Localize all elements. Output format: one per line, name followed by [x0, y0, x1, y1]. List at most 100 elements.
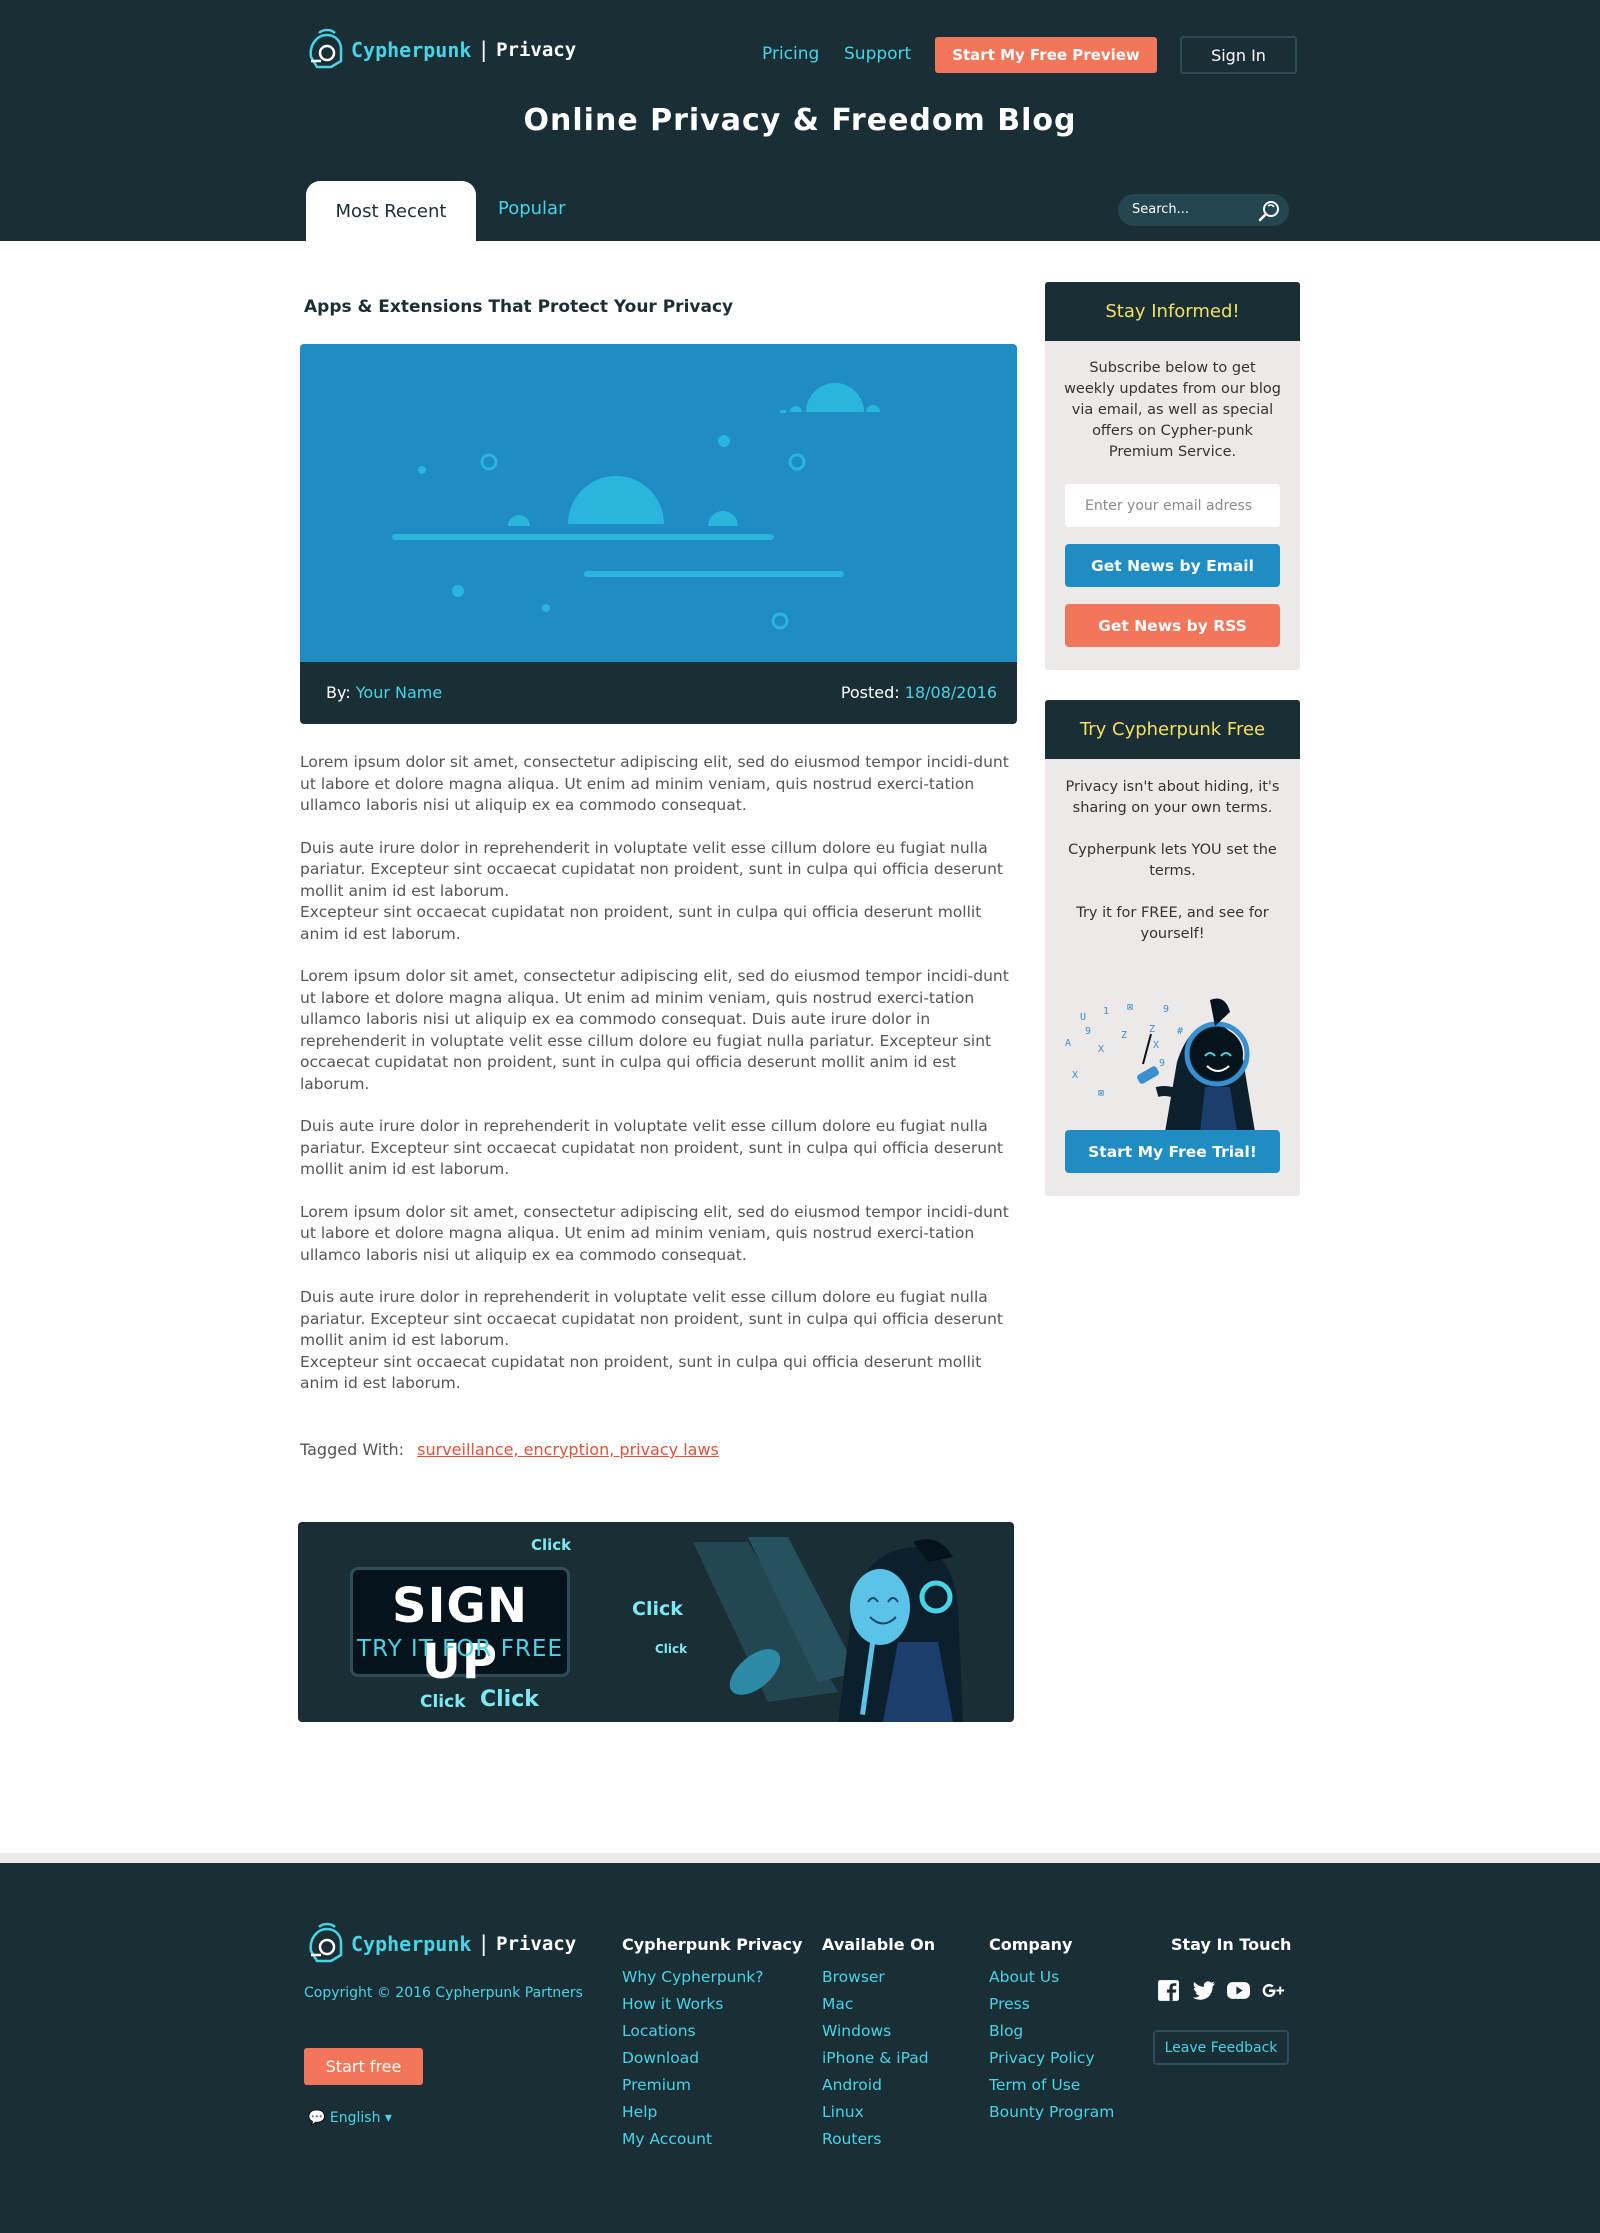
get-news-email-button[interactable]: Get News by Email [1065, 544, 1280, 587]
social-links [1156, 1978, 1286, 2003]
click-label: Click [480, 1687, 539, 1712]
twitter-icon[interactable] [1191, 1978, 1216, 2003]
footer-link[interactable]: Bounty Program [989, 2103, 1114, 2130]
article-paragraph: Lorem ipsum dolor sit amet, consectetur … [300, 967, 1009, 1093]
footer-link[interactable]: Premium [622, 2076, 802, 2103]
brand-name: Cypherpunk [351, 38, 472, 62]
footer-link[interactable]: Linux [822, 2103, 935, 2130]
helmet-logo-icon [309, 28, 343, 69]
google-plus-icon[interactable] [1261, 1978, 1286, 2003]
article-paragraph: Lorem ipsum dolor sit amet, consectetur … [300, 753, 1009, 814]
signup-box[interactable]: SIGN UP TRY IT FOR FREE [350, 1567, 570, 1690]
svg-text:⊠: ⊠ [1098, 1088, 1104, 1099]
article-paragraph: Lorem ipsum dolor sit amet, consectetur … [300, 1202, 1009, 1264]
footer-link[interactable]: Blog [989, 2022, 1114, 2049]
footer-link[interactable]: Privacy Policy [989, 2049, 1114, 2076]
article-paragraph: Duis aute irure dolor in reprehenderit i… [300, 1288, 1004, 1349]
footer-link[interactable]: Why Cypherpunk? [622, 1968, 802, 1995]
footer-link[interactable]: About Us [989, 1968, 1114, 1995]
nav-pricing-link[interactable]: Pricing [762, 44, 819, 64]
svg-text:U: U [1080, 1012, 1086, 1023]
brand-suffix: Privacy [496, 39, 577, 61]
tab-popular[interactable]: Popular [498, 198, 566, 219]
article-tags: Tagged With: surveillance, encryption, p… [300, 1440, 719, 1459]
footer-divider [0, 1853, 1600, 1863]
footer-link[interactable]: Term of Use [989, 2076, 1114, 2103]
youtube-icon[interactable] [1226, 1978, 1251, 2003]
try-free-widget: Try Cypherpunk Free Privacy isn't about … [1045, 700, 1300, 1196]
footer-link[interactable]: Browser [822, 1968, 935, 1995]
start-free-preview-button[interactable]: Start My Free Preview [935, 37, 1157, 73]
site-header: Cypherpunk | Privacy Pricing Support Sta… [0, 0, 1600, 241]
svg-text:X: X [1072, 1070, 1078, 1081]
footer-link[interactable]: Locations [622, 2022, 802, 2049]
svg-text:9: 9 [1163, 1004, 1169, 1015]
sign-in-button[interactable]: Sign In [1180, 36, 1297, 74]
footer-link[interactable]: Mac [822, 1995, 935, 2022]
brand-logo[interactable]: Cypherpunk | Privacy [305, 27, 576, 73]
footer-link[interactable]: How it Works [622, 1995, 802, 2022]
footer-brand-name: Cypherpunk [351, 1932, 472, 1956]
footer-link[interactable]: Press [989, 1995, 1114, 2022]
signup-subline: TRY IT FOR FREE [357, 1636, 563, 1662]
stay-informed-title: Stay Informed! [1045, 282, 1300, 341]
footer-link[interactable]: Android [822, 2076, 935, 2103]
chat-bubble-icon: 💬 [308, 2110, 326, 2126]
footer-link[interactable]: Windows [822, 2022, 935, 2049]
search-icon[interactable] [1257, 199, 1281, 223]
try-free-text-3: Try it for FREE, and see for yourself! [1076, 905, 1269, 942]
footer-link[interactable]: My Account [622, 2130, 802, 2157]
nav-support-link[interactable]: Support [844, 44, 911, 64]
footer-link[interactable]: iPhone & iPad [822, 2049, 935, 2076]
svg-text:⊠: ⊠ [1127, 1002, 1133, 1013]
language-selector[interactable]: 💬 English ▾ [308, 2110, 392, 2126]
svg-text:#: # [1177, 1026, 1183, 1037]
svg-text:A: A [1065, 1038, 1071, 1049]
try-free-text-1: Privacy isn't about hiding, it's sharing… [1065, 779, 1280, 816]
caret-down-icon: ▾ [384, 2110, 392, 2126]
signup-headline: SIGN UP [392, 1578, 528, 1690]
mascot-illustration: U1 ⊠ 9 9 ZZ # AX X X9⊠ [1065, 998, 1255, 1132]
footer-link[interactable]: Help [622, 2103, 802, 2130]
try-free-text-2: Cypherpunk lets YOU set the terms. [1068, 842, 1277, 879]
facebook-icon[interactable] [1156, 1978, 1181, 2003]
stay-informed-widget: Stay Informed! Subscribe below to get we… [1045, 282, 1300, 670]
footer-brand-logo[interactable]: Cypherpunk | Privacy [305, 1921, 576, 1967]
posted-date-link[interactable]: 18/08/2016 [905, 683, 997, 702]
svg-text:1: 1 [1103, 1006, 1109, 1017]
author-label: By: [326, 683, 351, 702]
footer-column-company: Company About Us Press Blog Privacy Poli… [989, 1935, 1114, 2130]
svg-text:9: 9 [1085, 1026, 1091, 1037]
author-name-link[interactable]: Your Name [356, 683, 442, 702]
brand-separator: | [477, 38, 491, 62]
footer-link[interactable]: Routers [822, 2130, 935, 2157]
stay-in-touch-title: Stay In Touch [1171, 1935, 1292, 1954]
click-label: Click [531, 1536, 572, 1554]
article-hero-image [300, 344, 1017, 662]
brand-separator: | [477, 1932, 491, 1956]
leave-feedback-button[interactable]: Leave Feedback [1153, 2030, 1289, 2065]
footer-column-title: Company [989, 1935, 1073, 1954]
article-title[interactable]: Apps & Extensions That Protect Your Priv… [304, 297, 733, 317]
footer-column-title: Cypherpunk Privacy [622, 1935, 803, 1954]
start-free-trial-button[interactable]: Start My Free Trial! [1065, 1130, 1280, 1173]
footer-column-cypherpunk: Cypherpunk Privacy Why Cypherpunk? How i… [622, 1935, 802, 2157]
article-meta-bar: By: Your Name Posted: 18/08/2016 [300, 662, 1017, 724]
tab-most-recent[interactable]: Most Recent [306, 181, 476, 241]
footer-start-free-button[interactable]: Start free [304, 2048, 423, 2085]
search-input[interactable] [1132, 202, 1252, 217]
tagged-label: Tagged With: [300, 1440, 405, 1459]
signup-banner[interactable]: SIGN UP TRY IT FOR FREE Click Click Clic… [298, 1522, 1014, 1722]
svg-text:Z: Z [1149, 1024, 1155, 1035]
email-field[interactable] [1065, 484, 1280, 527]
article-author: By: Your Name [326, 683, 442, 702]
helmet-logo-icon [309, 1922, 343, 1963]
svg-text:9: 9 [1159, 1058, 1165, 1069]
footer-link[interactable]: Download [622, 2049, 802, 2076]
get-news-rss-button[interactable]: Get News by RSS [1065, 604, 1280, 647]
footer-column-title: Available On [822, 1935, 936, 1954]
try-free-title: Try Cypherpunk Free [1045, 700, 1300, 759]
footer-brand-suffix: Privacy [496, 1933, 577, 1955]
tag-links[interactable]: surveillance, encryption, privacy laws [417, 1440, 719, 1459]
footer-column-available: Available On Browser Mac Windows iPhone … [822, 1935, 935, 2157]
